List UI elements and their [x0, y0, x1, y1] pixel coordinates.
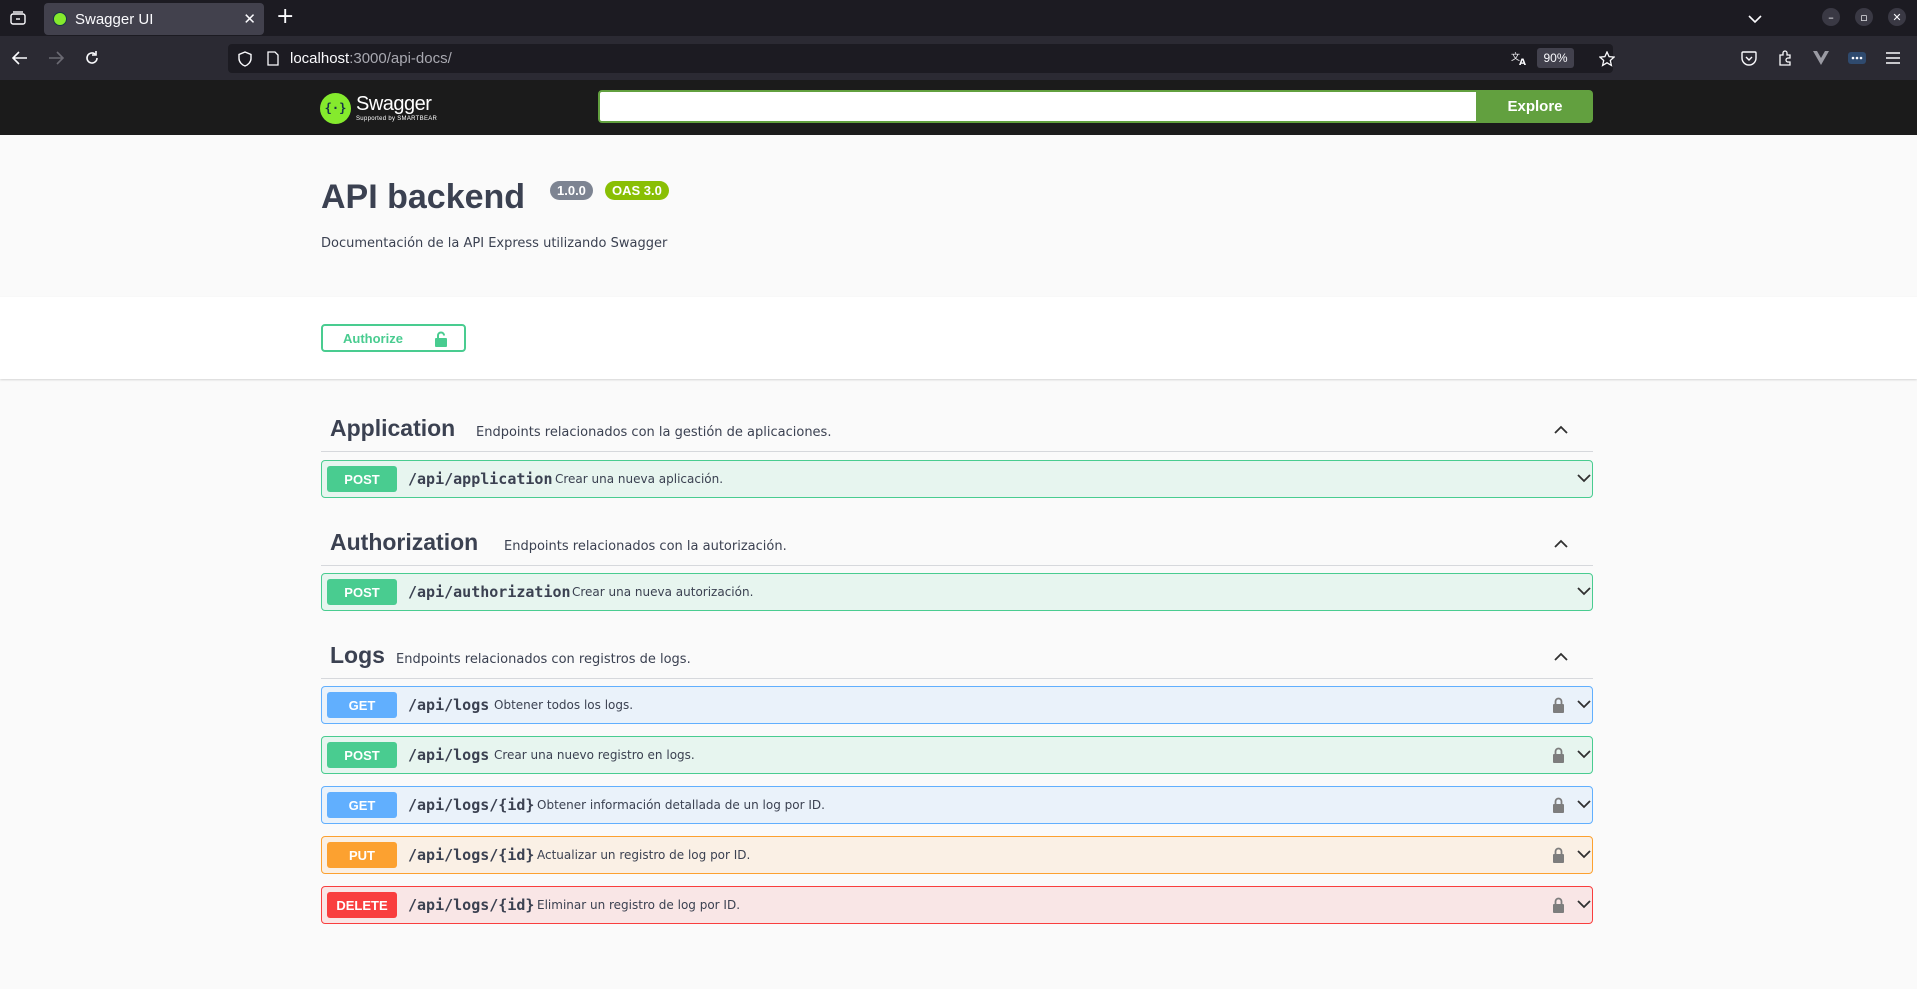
tag-section-authorization[interactable]: Authorization Endpoints relacionados con… — [321, 520, 1593, 566]
browser-tab-bar: Swagger UI ✕ + – ▫ ✕ — [0, 0, 1917, 36]
operation-summary: Crear una nueva aplicación. — [555, 472, 724, 486]
chevron-up-icon[interactable] — [1553, 537, 1569, 549]
swagger-topbar: {·} Swagger Supported by SMARTBEAR Explo… — [0, 80, 1917, 135]
back-icon[interactable] — [10, 48, 30, 68]
method-badge: PUT — [327, 842, 397, 868]
tab-close-icon[interactable]: ✕ — [243, 10, 256, 28]
unlocked-icon — [435, 331, 447, 347]
operation-path: /api/authorization — [408, 583, 571, 601]
operation-post-logs[interactable]: POST /api/logs Crear una nuevo registro … — [321, 736, 1593, 774]
browser-nav-bar: localhost:3000/api-docs/ 文A 90% — [0, 36, 1917, 80]
chevron-down-icon[interactable] — [1576, 586, 1592, 598]
operation-summary: Obtener todos los logs. — [494, 698, 634, 712]
operation-path: /api/logs/{id} — [408, 796, 535, 814]
chevron-up-icon[interactable] — [1553, 650, 1569, 662]
swagger-logo[interactable]: {·} Swagger Supported by SMARTBEAR — [320, 88, 437, 128]
chevron-down-icon[interactable] — [1576, 473, 1592, 485]
translate-icon[interactable]: 文A — [1511, 50, 1528, 67]
method-badge: POST — [327, 579, 397, 605]
tag-description: Endpoints relacionados con la gestión de… — [476, 425, 832, 440]
oas-badge: OAS 3.0 — [605, 181, 669, 200]
tag-section-logs[interactable]: Logs Endpoints relacionados con registro… — [321, 633, 1593, 679]
method-badge: POST — [327, 466, 397, 492]
method-badge: GET — [327, 692, 397, 718]
operation-path: /api/logs — [408, 696, 490, 714]
api-description: Documentación de la API Express utilizan… — [321, 236, 668, 251]
new-tab-icon[interactable]: + — [276, 5, 294, 29]
vue-devtools-icon[interactable] — [1811, 48, 1831, 68]
chevron-down-icon[interactable] — [1576, 799, 1592, 811]
logo-subtitle: Supported by SMARTBEAR — [356, 115, 438, 122]
list-all-tabs-icon[interactable] — [1747, 9, 1767, 27]
operation-summary: Actualizar un registro de log por ID. — [537, 848, 751, 862]
tab-list-icon[interactable] — [6, 6, 30, 30]
lock-icon[interactable] — [1552, 897, 1565, 913]
operation-delete-log-by-id[interactable]: DELETE /api/logs/{id} Eliminar un regist… — [321, 886, 1593, 924]
api-title: API backend — [321, 178, 526, 216]
url-bar[interactable]: localhost:3000/api-docs/ 文A 90% — [228, 44, 1615, 73]
explore-url-input[interactable] — [598, 90, 1478, 123]
minimize-icon[interactable]: – — [1822, 8, 1840, 26]
swagger-logo-icon: {·} — [320, 92, 351, 124]
method-badge: GET — [327, 792, 397, 818]
operation-path: /api/logs/{id} — [408, 846, 535, 864]
operation-path: /api/application — [408, 470, 553, 488]
extensions-icon[interactable] — [1775, 48, 1795, 68]
page-icon[interactable] — [264, 50, 281, 67]
shield-icon[interactable] — [236, 50, 253, 67]
method-badge: POST — [327, 742, 397, 768]
operation-summary: Obtener información detallada de un log … — [537, 798, 825, 812]
tag-name: Application — [330, 415, 456, 441]
tag-description: Endpoints relacionados con la autorizaci… — [504, 539, 787, 554]
extension-more-icon[interactable] — [1847, 48, 1867, 68]
bookmark-star-icon[interactable] — [1598, 50, 1615, 67]
operation-post-authorization[interactable]: POST /api/authorization Crear una nueva … — [321, 573, 1593, 611]
lock-icon[interactable] — [1552, 797, 1565, 813]
authorize-label: Authorize — [343, 330, 403, 346]
lock-icon[interactable] — [1552, 697, 1565, 713]
tag-name: Logs — [330, 642, 385, 668]
operation-get-log-by-id[interactable]: GET /api/logs/{id} Obtener información d… — [321, 786, 1593, 824]
forward-icon[interactable] — [46, 48, 66, 68]
chevron-down-icon[interactable] — [1576, 899, 1592, 911]
close-window-icon[interactable]: ✕ — [1888, 8, 1906, 26]
operation-post-application[interactable]: POST /api/application Crear una nueva ap… — [321, 460, 1593, 498]
chevron-down-icon[interactable] — [1576, 749, 1592, 761]
url-text: localhost:3000/api-docs/ — [290, 50, 452, 67]
chevron-up-icon[interactable] — [1553, 423, 1569, 435]
version-badge: 1.0.0 — [550, 181, 593, 200]
operation-path: /api/logs/{id} — [408, 896, 535, 914]
scheme-container: Authorize — [0, 297, 1917, 379]
lock-icon[interactable] — [1552, 847, 1565, 863]
reload-icon[interactable] — [82, 48, 102, 68]
svg-text:A: A — [1519, 58, 1526, 66]
logo-title: Swagger — [356, 92, 432, 115]
api-info: API backend 1.0.0 OAS 3.0 Documentación … — [0, 135, 1917, 297]
tag-description: Endpoints relacionados con registros de … — [396, 652, 691, 667]
method-badge: DELETE — [327, 892, 397, 918]
chevron-down-icon[interactable] — [1576, 849, 1592, 861]
tag-section-application[interactable]: Application Endpoints relacionados con l… — [321, 406, 1593, 452]
authorize-button[interactable]: Authorize — [321, 324, 466, 352]
operation-summary: Crear una nueva autorización. — [572, 585, 754, 599]
pocket-icon[interactable] — [1739, 48, 1759, 68]
operation-path: /api/logs — [408, 746, 490, 764]
zoom-level[interactable]: 90% — [1537, 48, 1574, 68]
lock-icon[interactable] — [1552, 747, 1565, 763]
operation-put-log-by-id[interactable]: PUT /api/logs/{id} Actualizar un registr… — [321, 836, 1593, 874]
browser-tab-swagger[interactable]: Swagger UI ✕ — [44, 3, 264, 35]
restore-icon[interactable]: ▫ — [1855, 8, 1873, 26]
swagger-favicon-icon — [53, 12, 67, 26]
explore-button[interactable]: Explore — [1477, 90, 1593, 123]
operation-summary: Crear una nuevo registro en logs. — [494, 748, 695, 762]
tag-name: Authorization — [330, 529, 479, 555]
tab-title: Swagger UI — [75, 10, 154, 28]
operation-summary: Eliminar un registro de log por ID. — [537, 898, 741, 912]
app-menu-icon[interactable] — [1883, 48, 1903, 68]
chevron-down-icon[interactable] — [1576, 699, 1592, 711]
operation-get-logs[interactable]: GET /api/logs Obtener todos los logs. — [321, 686, 1593, 724]
